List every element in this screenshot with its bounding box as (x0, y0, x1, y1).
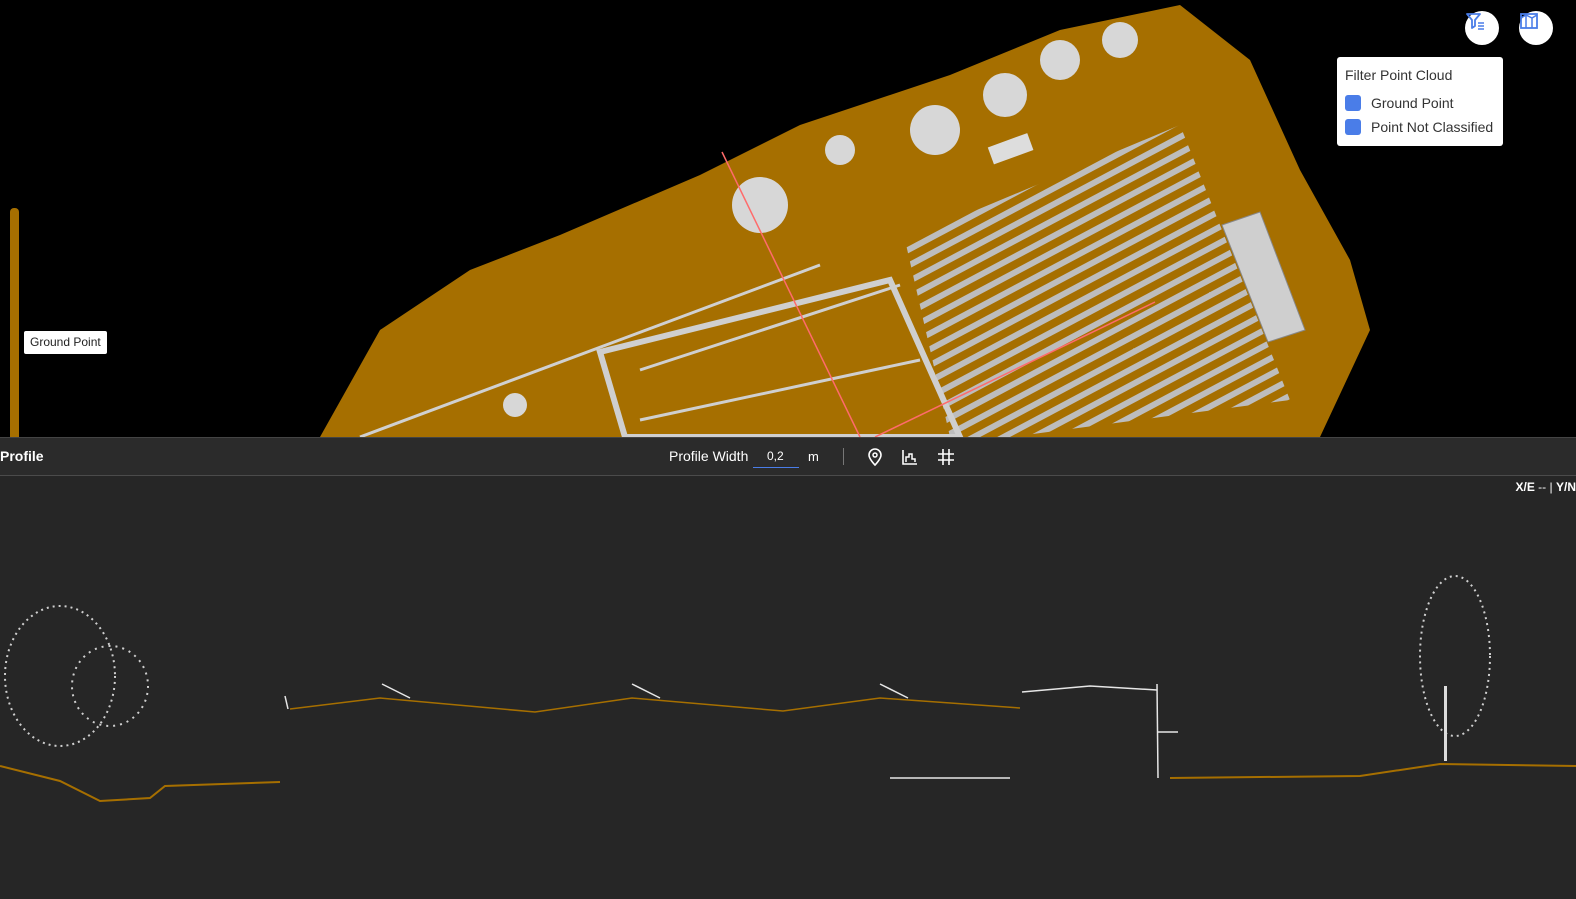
profile-view[interactable]: X/E -- | Y/N (0, 476, 1576, 899)
layers-button[interactable] (1519, 11, 1553, 45)
point-cloud-viewer[interactable]: Ground Point Filter Point Cloud Ground P… (0, 0, 1576, 437)
ground-point-checkbox[interactable] (1338, 59, 1361, 111)
filter-item-ground-point[interactable]: Ground Point (1338, 59, 1495, 115)
location-pin-icon[interactable] (865, 447, 885, 467)
filter-point-cloud-panel: Filter Point Cloud Ground Point Point No… (1337, 57, 1503, 146)
ground-profile-line (1169, 762, 1576, 779)
map-layers-icon (1520, 13, 1538, 29)
profile-toolbar: Profile Profile Width m (0, 437, 1576, 476)
profile-width-label: Profile Width (669, 448, 749, 464)
unclassified-profile-points (284, 683, 1178, 779)
filter-item-point-not-classified[interactable]: Point Not Classified (1338, 59, 1495, 139)
toolbar-divider (843, 448, 844, 465)
grid-icon[interactable] (936, 447, 956, 467)
profile-width-input[interactable] (753, 444, 799, 468)
tree-profile-points (4, 575, 1491, 761)
filter-item-label: Ground Point (1371, 95, 1454, 111)
check-icon (1338, 59, 1348, 68)
legend-label: Ground Point (24, 331, 107, 354)
profile-width-unit: m (808, 449, 819, 464)
terrain-profile-icon[interactable] (900, 447, 920, 467)
filter-icon (1466, 13, 1484, 30)
filter-item-label: Point Not Classified (1371, 119, 1494, 135)
roof-profile-line (289, 697, 1021, 713)
profile-title: Profile (0, 448, 44, 464)
filter-button[interactable] (1465, 11, 1499, 45)
legend-color-bar (10, 208, 19, 437)
profile-canvas[interactable] (0, 476, 1576, 899)
ground-profile-line (0, 765, 281, 803)
point-not-classified-checkbox[interactable] (1338, 59, 1361, 135)
filter-panel-title: Filter Point Cloud (1345, 67, 1453, 83)
